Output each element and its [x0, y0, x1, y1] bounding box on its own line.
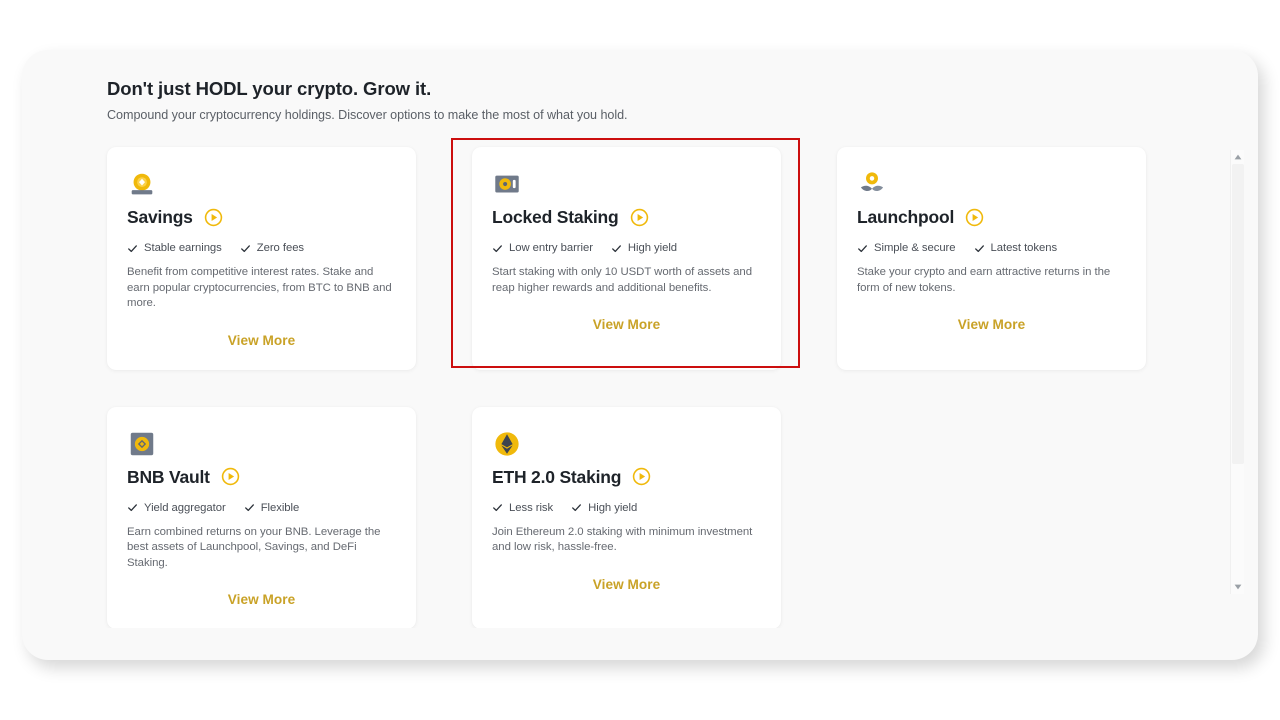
check-icon	[244, 504, 254, 512]
ethereum-coin-icon	[495, 431, 519, 456]
play-circle-icon[interactable]	[221, 467, 240, 486]
card-row: Savings Stable earnings Zero fees Benefi…	[107, 147, 1167, 370]
feature-item: High yield	[571, 502, 637, 514]
play-circle-icon[interactable]	[632, 467, 651, 486]
view-more-wrap: View More	[127, 591, 396, 609]
card-title: ETH 2.0 Staking	[492, 466, 622, 487]
scroll-down-arrow-icon[interactable]	[1231, 580, 1245, 594]
feature-item: Yield aggregator	[127, 502, 226, 514]
play-circle-icon[interactable]	[204, 208, 223, 227]
card-title: Launchpool	[857, 207, 955, 227]
scroll-up-arrow-icon[interactable]	[1231, 150, 1245, 164]
view-more-link[interactable]: View More	[593, 317, 660, 332]
content-panel: Don't just HODL your crypto. Grow it. Co…	[22, 50, 1258, 660]
feature-item: Less risk	[492, 502, 553, 514]
feature-label: Stable earnings	[144, 242, 222, 254]
card-title: Savings	[127, 207, 193, 227]
check-icon	[493, 244, 502, 252]
heading-block: Don't just HODL your crypto. Grow it. Co…	[107, 77, 1007, 124]
feature-item: Stable earnings	[127, 242, 222, 254]
view-more-wrap: View More	[492, 316, 761, 334]
card-title-row: Launchpool	[857, 206, 1126, 228]
view-more-link[interactable]: View More	[228, 592, 295, 607]
feature-item: High yield	[611, 242, 677, 254]
feature-label: High yield	[627, 242, 678, 254]
page-title: Don't just HODL your crypto. Grow it.	[107, 78, 432, 99]
view-more-wrap: View More	[857, 316, 1126, 334]
check-icon	[128, 244, 137, 252]
feature-row: Less risk High yield	[492, 502, 761, 514]
card-description: Benefit from competitive interest rates.…	[127, 266, 392, 309]
check-icon	[611, 244, 621, 252]
check-icon	[858, 244, 867, 252]
card-description: Start staking with only 10 USDT worth of…	[492, 266, 752, 294]
card-savings[interactable]: Savings Stable earnings Zero fees Benefi…	[107, 147, 416, 370]
screen-root: Don't just HODL your crypto. Grow it. Co…	[0, 0, 1280, 720]
launchpool-sprout-icon	[860, 172, 884, 192]
feature-label: High yield	[588, 501, 638, 514]
feature-item: Simple & secure	[857, 242, 956, 254]
feature-item: Zero fees	[240, 242, 304, 254]
view-more-link[interactable]: View More	[593, 577, 660, 592]
card-title-row: Locked Staking	[492, 206, 761, 228]
feature-item: Latest tokens	[974, 242, 1058, 254]
card-grid: Savings Stable earnings Zero fees Benefi…	[107, 147, 1167, 628]
view-more-link[interactable]: View More	[958, 317, 1025, 332]
feature-label: Low entry barrier	[509, 242, 593, 254]
feature-row: Low entry barrier High yield	[492, 242, 761, 254]
feature-label: Flexible	[260, 501, 300, 514]
card-description: Stake your crypto and earn attractive re…	[857, 266, 1111, 294]
check-icon	[240, 244, 250, 252]
card-description: Earn combined returns on your BNB. Lever…	[127, 525, 381, 569]
view-more-link[interactable]: View More	[228, 333, 295, 348]
card-title: Locked Staking	[492, 207, 619, 227]
card-description: Join Ethereum 2.0 staking with minimum i…	[492, 525, 753, 554]
card-grid-empty-slot	[837, 407, 1146, 629]
play-circle-icon[interactable]	[965, 208, 984, 227]
feature-row: Yield aggregator Flexible	[127, 502, 396, 514]
card-title: BNB Vault	[127, 466, 210, 487]
feature-label: Yield aggregator	[144, 501, 226, 514]
scrollbar-thumb[interactable]	[1232, 164, 1244, 464]
feature-label: Zero fees	[256, 242, 305, 254]
cards-scroll-viewport: Savings Stable earnings Zero fees Benefi…	[22, 138, 1258, 628]
view-more-wrap: View More	[127, 332, 396, 350]
feature-item: Flexible	[244, 501, 300, 514]
vertical-scrollbar[interactable]	[1230, 150, 1244, 594]
card-eth2-staking[interactable]: ETH 2.0 Staking Less risk High yield Joi…	[472, 406, 781, 628]
feature-row: Stable earnings Zero fees	[127, 242, 396, 254]
card-title-row: BNB Vault	[127, 466, 396, 488]
vault-safe-icon	[495, 175, 519, 193]
feature-label: Less risk	[509, 501, 554, 514]
feature-label: Latest tokens	[990, 242, 1058, 254]
card-launchpool[interactable]: Launchpool Simple & secure Latest tokens…	[837, 147, 1146, 370]
feature-item: Low entry barrier	[492, 242, 593, 254]
page-subtitle: Compound your cryptocurrency holdings. D…	[107, 108, 628, 122]
play-circle-icon[interactable]	[630, 208, 649, 227]
card-row: BNB Vault Yield aggregator Flexible Earn…	[107, 406, 1167, 629]
savings-coin-icon	[131, 173, 153, 195]
card-title-row: ETH 2.0 Staking	[492, 466, 761, 488]
bnb-vault-icon	[130, 432, 154, 455]
card-bnb-vault[interactable]: BNB Vault Yield aggregator Flexible Earn…	[107, 406, 416, 628]
card-title-row: Savings	[127, 206, 396, 228]
check-icon	[493, 504, 502, 512]
feature-label: Simple & secure	[874, 242, 956, 254]
check-icon	[974, 244, 984, 252]
check-icon	[572, 504, 582, 512]
card-locked-staking[interactable]: Locked Staking Low entry barrier High yi…	[472, 147, 781, 370]
check-icon	[128, 504, 137, 512]
view-more-wrap: View More	[492, 576, 761, 594]
feature-row: Simple & secure Latest tokens	[857, 242, 1126, 254]
